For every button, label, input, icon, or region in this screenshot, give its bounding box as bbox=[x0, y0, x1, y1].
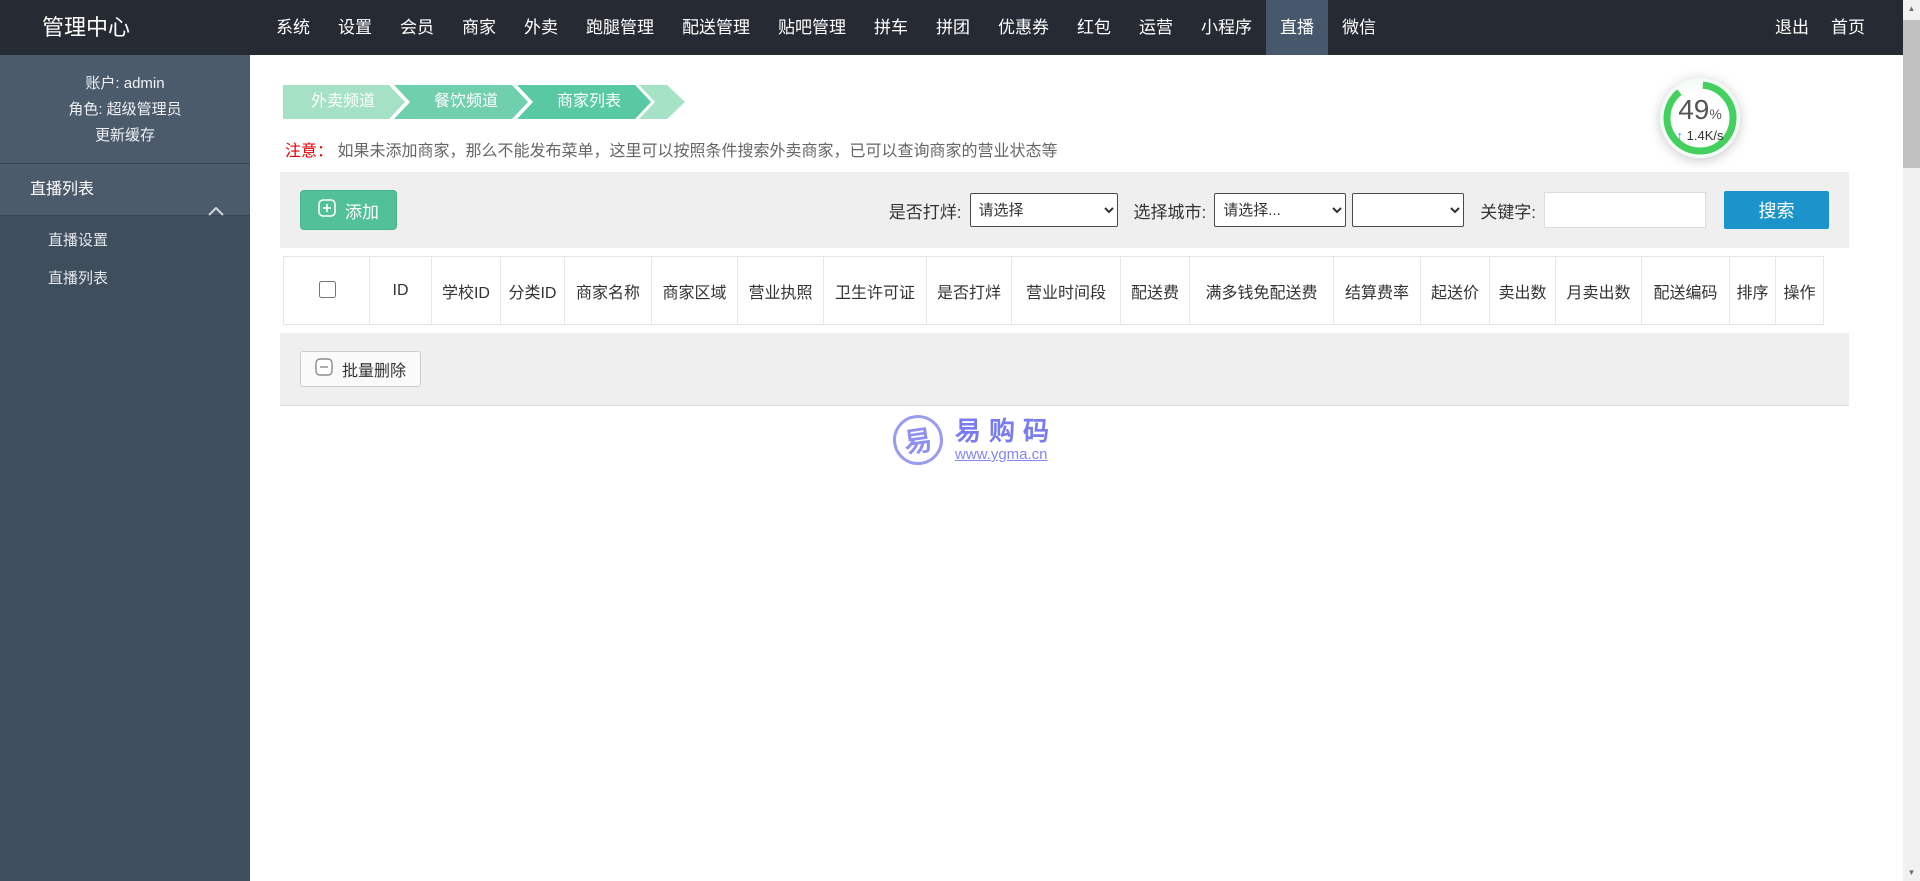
account-block: 账户: admin 角色: 超级管理员 更新缓存 bbox=[0, 55, 250, 164]
column-header-business-hours: 营业时间段 bbox=[1011, 256, 1121, 325]
navbar-right: 退出 首页 bbox=[1764, 0, 1920, 55]
role-label: 角色: bbox=[68, 101, 103, 118]
nav-item-tieba-management[interactable]: 贴吧管理 bbox=[764, 0, 860, 55]
top-navbar: 管理中心 系统 设置 会员 商家 外卖 跑腿管理 配送管理 贴吧管理 拼车 拼团… bbox=[0, 0, 1920, 55]
scrollbar-thumb[interactable] bbox=[1903, 20, 1920, 168]
plus-icon bbox=[318, 198, 336, 222]
account-line: 账户: admin bbox=[0, 71, 250, 97]
main-menu: 系统 设置 会员 商家 外卖 跑腿管理 配送管理 贴吧管理 拼车 拼团 优惠券 … bbox=[262, 0, 1390, 55]
scroll-down-icon[interactable]: ▼ bbox=[1903, 864, 1920, 881]
home-link[interactable]: 首页 bbox=[1820, 0, 1876, 55]
scroll-up-icon[interactable]: ▲ bbox=[1903, 0, 1920, 17]
watermark: 易 易购码 www.ygma.cn bbox=[889, 411, 1057, 469]
column-header-actions: 操作 bbox=[1775, 256, 1824, 325]
select-all-checkbox[interactable] bbox=[318, 281, 336, 298]
breadcrumb: 外卖频道 餐饮频道 商家列表 bbox=[283, 85, 686, 119]
minus-icon bbox=[315, 357, 333, 381]
nav-item-takeout[interactable]: 外卖 bbox=[510, 0, 572, 55]
nav-item-settings[interactable]: 设置 bbox=[324, 0, 386, 55]
breadcrumb-merchant-list[interactable]: 商家列表 bbox=[517, 85, 651, 119]
notice-prefix: 注意： bbox=[285, 143, 334, 160]
vertical-scrollbar[interactable]: ▲ ▼ bbox=[1903, 0, 1920, 881]
keyword-label: 关键字: bbox=[1480, 202, 1536, 222]
merchant-table: ID 学校ID 分类ID 商家名称 商家区域 营业执照 卫生许可证 是否打烊 营… bbox=[283, 256, 1824, 325]
breadcrumb-takeout-channel[interactable]: 外卖频道 bbox=[283, 85, 405, 119]
district-select[interactable] bbox=[1352, 193, 1465, 227]
watermark-text: 易购码 www.ygma.cn bbox=[955, 416, 1057, 464]
open-status-select[interactable]: 请选择 bbox=[969, 193, 1118, 227]
nav-item-redpacket[interactable]: 红包 bbox=[1063, 0, 1125, 55]
sidebar-item-live-list[interactable]: 直播列表 bbox=[0, 260, 250, 298]
network-speed: ↑ 1.4K/s bbox=[1660, 128, 1740, 143]
notice-line: 注意： 如果未添加商家，那么不能发布菜单，这里可以按照条件搜索外卖商家，已可以查… bbox=[285, 137, 1057, 161]
progress-percent: 49% bbox=[1678, 94, 1722, 125]
sidebar: 账户: admin 角色: 超级管理员 更新缓存 直播列表 直播设置 直播列表 bbox=[0, 55, 250, 881]
watermark-name: 易购码 bbox=[955, 416, 1058, 446]
open-status-label: 是否打烊: bbox=[888, 202, 962, 222]
up-arrow-icon: ↑ bbox=[1676, 128, 1684, 143]
account-value: admin bbox=[123, 75, 165, 92]
nav-item-live[interactable]: 直播 bbox=[1266, 0, 1328, 55]
notice-text: 如果未添加商家，那么不能发布菜单，这里可以按照条件搜索外卖商家，已可以查询商家的… bbox=[337, 143, 1058, 160]
city-select[interactable]: 请选择... bbox=[1214, 193, 1347, 227]
nav-item-wechat[interactable]: 微信 bbox=[1328, 0, 1390, 55]
speed-value: 1.4K/s bbox=[1686, 128, 1724, 143]
nav-item-miniprogram[interactable]: 小程序 bbox=[1187, 0, 1266, 55]
keyword-input[interactable] bbox=[1544, 192, 1706, 228]
role-line: 角色: 超级管理员 bbox=[0, 97, 250, 123]
nav-item-merchant[interactable]: 商家 bbox=[448, 0, 510, 55]
column-header-sort: 排序 bbox=[1729, 256, 1776, 325]
nav-item-carpool[interactable]: 拼车 bbox=[860, 0, 922, 55]
column-header-school-id: 学校ID bbox=[431, 256, 501, 325]
nav-item-delivery-management[interactable]: 配送管理 bbox=[668, 0, 764, 55]
filters: 是否打烊: 请选择 选择城市: 请选择... 关键字: 搜索 bbox=[873, 191, 1829, 229]
column-header-merchant-area: 商家区域 bbox=[651, 256, 738, 325]
nav-item-errand-management[interactable]: 跑腿管理 bbox=[572, 0, 668, 55]
nav-item-operation[interactable]: 运营 bbox=[1125, 0, 1187, 55]
city-label: 选择城市: bbox=[1133, 202, 1207, 222]
network-speed-widget: 49% ↑ 1.4K/s bbox=[1660, 78, 1740, 158]
column-header-free-delivery-threshold: 满多钱免配送费 bbox=[1189, 256, 1334, 325]
column-header-monthly-sales: 月卖出数 bbox=[1555, 256, 1642, 325]
column-header-delivery-fee: 配送费 bbox=[1120, 256, 1190, 325]
watermark-url-link[interactable]: www.ygma.cn bbox=[955, 446, 1057, 464]
column-header-min-order: 起送价 bbox=[1420, 256, 1490, 325]
sidebar-section-label: 直播列表 bbox=[30, 181, 95, 198]
column-header-is-closed: 是否打烊 bbox=[926, 256, 1012, 325]
sidebar-section-live-list[interactable]: 直播列表 bbox=[0, 164, 250, 216]
table-header-row: ID 学校ID 分类ID 商家名称 商家区域 营业执照 卫生许可证 是否打烊 营… bbox=[283, 256, 1824, 325]
nav-item-member[interactable]: 会员 bbox=[386, 0, 448, 55]
add-button[interactable]: 添加 bbox=[300, 190, 397, 230]
column-header-settlement-rate: 结算费率 bbox=[1333, 256, 1421, 325]
column-header-delivery-code: 配送编码 bbox=[1641, 256, 1730, 325]
column-header-business-license: 营业执照 bbox=[737, 256, 824, 325]
column-header-select bbox=[283, 256, 370, 325]
column-header-sales-count: 卖出数 bbox=[1489, 256, 1556, 325]
bulk-delete-button[interactable]: 批量删除 bbox=[300, 351, 422, 387]
app-title: 管理中心 bbox=[42, 15, 131, 40]
add-button-label: 添加 bbox=[345, 202, 379, 222]
refresh-cache-link[interactable]: 更新缓存 bbox=[0, 123, 250, 149]
column-header-health-permit: 卫生许可证 bbox=[823, 256, 927, 325]
watermark-logo-icon: 易 bbox=[889, 411, 947, 469]
nav-item-coupon[interactable]: 优惠券 bbox=[984, 0, 1063, 55]
breadcrumb-food-channel[interactable]: 餐饮频道 bbox=[394, 85, 528, 119]
account-label: 账户: bbox=[85, 75, 120, 92]
main-content: 外卖频道 餐饮频道 商家列表 注意： 如果未添加商家，那么不能发布菜单，这里可以… bbox=[250, 55, 1920, 881]
bulk-delete-label: 批量删除 bbox=[342, 363, 407, 380]
nav-item-groupbuy[interactable]: 拼团 bbox=[922, 0, 984, 55]
column-header-id: ID bbox=[369, 256, 432, 325]
filter-toolbar: 添加 是否打烊: 请选择 选择城市: 请选择... 关键字: 搜索 bbox=[280, 172, 1849, 248]
chevron-up-icon bbox=[208, 186, 224, 238]
logout-link[interactable]: 退出 bbox=[1764, 0, 1820, 55]
search-button[interactable]: 搜索 bbox=[1724, 191, 1829, 229]
column-header-merchant-name: 商家名称 bbox=[564, 256, 652, 325]
column-header-category-id: 分类ID bbox=[500, 256, 565, 325]
role-value: 超级管理员 bbox=[106, 101, 182, 118]
nav-item-system[interactable]: 系统 bbox=[262, 0, 324, 55]
bulk-action-bar: 批量删除 bbox=[280, 333, 1849, 406]
